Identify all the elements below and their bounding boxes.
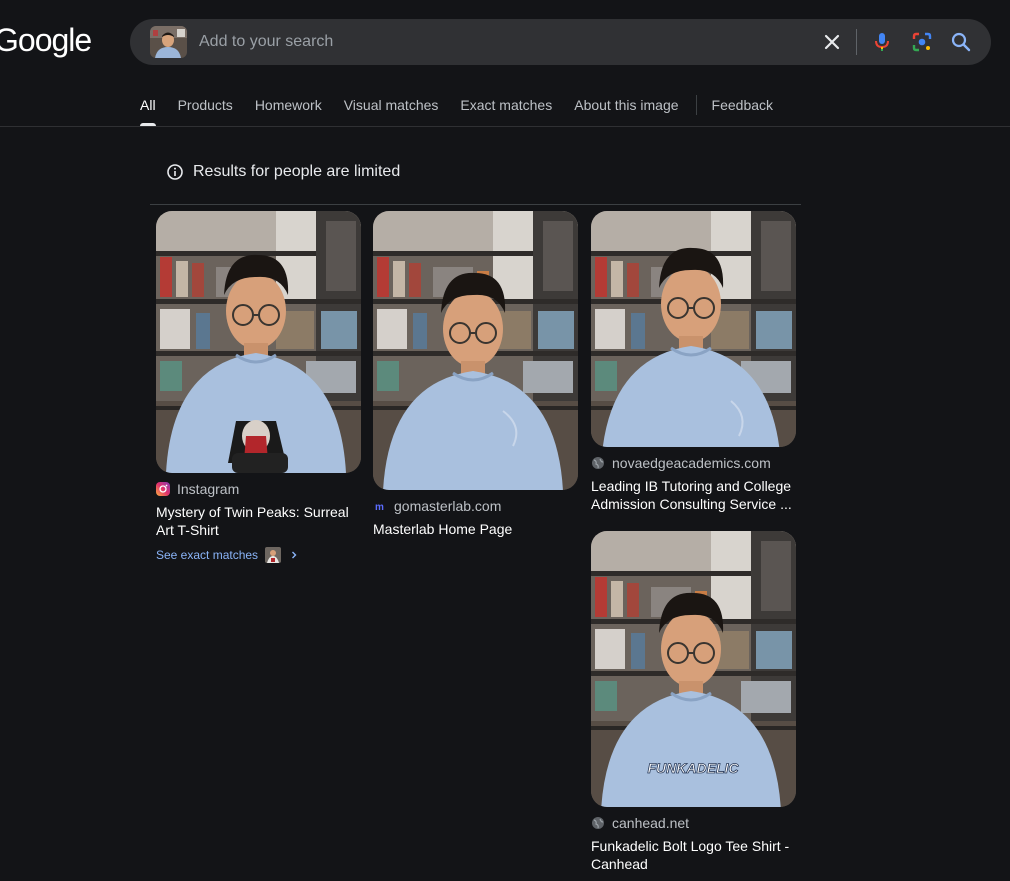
tab-bar: All Products Homework Visual matches Exa… <box>140 88 795 126</box>
result-image[interactable] <box>373 211 578 490</box>
result-title-line: Mystery of Twin Peaks: Surreal <box>156 504 349 520</box>
info-icon <box>167 164 183 180</box>
result-title-line: Leading IB Tutoring and College <box>591 478 792 494</box>
result-title-line: Art T-Shirt <box>156 522 219 538</box>
searchbar-divider <box>856 29 857 55</box>
tab-products[interactable]: Products <box>178 88 233 126</box>
see-exact-matches-link[interactable]: See exact matches <box>156 547 361 563</box>
chevron-right-icon <box>292 551 297 559</box>
tab-exact-matches[interactable]: Exact matches <box>460 88 552 126</box>
result-title[interactable]: Funkadelic Bolt Logo Tee Shirt - Canhead <box>591 837 796 873</box>
instagram-icon <box>156 482 170 496</box>
result-title[interactable]: Mystery of Twin Peaks: Surreal Art T-Shi… <box>156 503 361 539</box>
result-title-line: Funkadelic Bolt Logo Tee Shirt - <box>591 838 790 854</box>
result-source-label: novaedgeacademics.com <box>612 455 771 471</box>
shirt-logo-text: FUNKADELIC <box>648 760 740 776</box>
notice-divider <box>150 204 801 205</box>
result-source[interactable]: canhead.net <box>591 815 796 831</box>
tab-visual-matches[interactable]: Visual matches <box>344 88 439 126</box>
globe-icon <box>592 457 604 469</box>
tab-all[interactable]: All <box>140 88 156 126</box>
tabs-divider <box>0 126 1010 127</box>
result-source[interactable]: m gomasterlab.com <box>373 498 578 514</box>
result-source-label: canhead.net <box>612 815 690 831</box>
feedback-link[interactable]: Feedback <box>712 88 773 126</box>
result-card[interactable]: Instagram Mystery of Twin Peaks: Surreal… <box>156 211 361 563</box>
result-title-line: Canhead <box>591 856 648 872</box>
result-image[interactable] <box>156 211 361 473</box>
tab-homework[interactable]: Homework <box>255 88 322 126</box>
result-title-line: Masterlab Home Page <box>373 521 513 537</box>
notice-text: Results for people are limited <box>193 163 401 180</box>
result-title[interactable]: Leading IB Tutoring and College Admissio… <box>591 477 796 513</box>
result-image[interactable] <box>591 211 796 447</box>
result-source[interactable]: Instagram <box>156 481 361 497</box>
result-card[interactable]: m gomasterlab.com Masterlab Home Page <box>373 211 578 538</box>
clear-icon[interactable] <box>820 30 844 54</box>
search-input[interactable] <box>199 27 799 57</box>
result-title-line: Admission Consulting Service ... <box>591 496 792 512</box>
result-source-label: Instagram <box>177 481 240 497</box>
globe-icon <box>592 817 604 829</box>
result-image[interactable]: FUNKADELIC <box>591 531 796 807</box>
result-source-label: gomasterlab.com <box>394 498 502 514</box>
tab-about-this-image[interactable]: About this image <box>574 88 678 126</box>
see-exact-matches-label: See exact matches <box>156 548 259 562</box>
limited-results-notice: Results for people are limited <box>166 163 400 181</box>
microphone-icon[interactable] <box>870 30 894 54</box>
search-icon[interactable] <box>949 30 973 54</box>
search-bar <box>130 19 991 65</box>
search-image-thumbnail[interactable] <box>150 26 187 58</box>
svg-text:m: m <box>375 502 384 513</box>
masterlab-icon: m <box>375 502 384 513</box>
result-card[interactable]: novaedgeacademics.com Leading IB Tutorin… <box>591 211 796 513</box>
lens-icon[interactable] <box>910 30 934 54</box>
tab-separator <box>695 95 697 115</box>
result-card[interactable]: FUNKADELIC canhead.net Funkadelic Bolt L… <box>591 531 796 873</box>
result-source[interactable]: novaedgeacademics.com <box>591 455 796 471</box>
google-logo[interactable]: Google <box>0 22 92 59</box>
exact-match-thumbnail-icon <box>265 547 282 563</box>
result-title[interactable]: Masterlab Home Page <box>373 520 578 538</box>
